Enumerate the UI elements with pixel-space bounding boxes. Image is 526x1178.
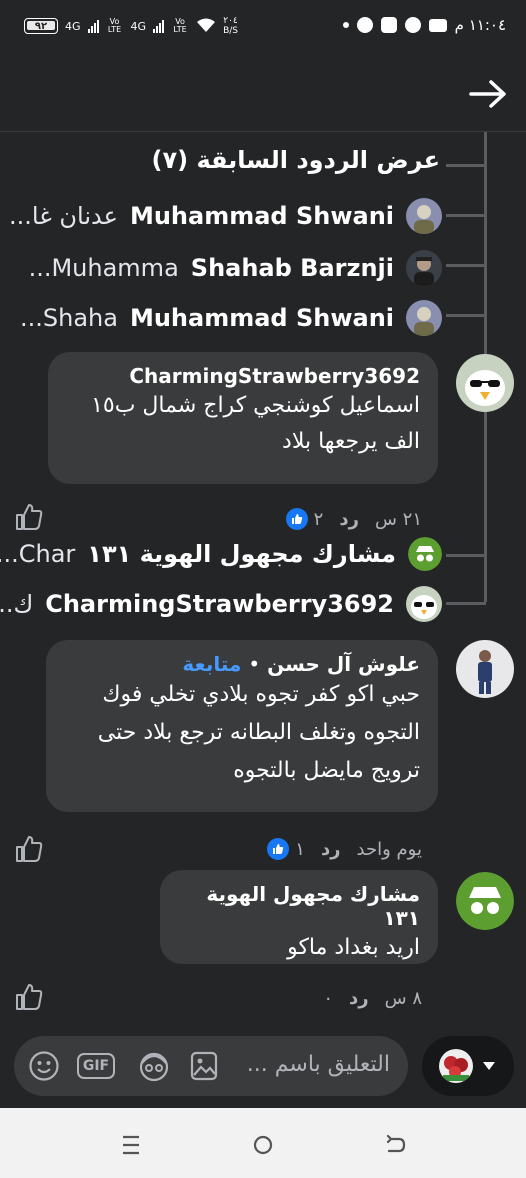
header-divider xyxy=(0,131,526,132)
reply-preview[interactable]: CharmingStrawberry3692 ك... xyxy=(0,586,442,622)
comment-time: يوم واحد xyxy=(356,838,422,860)
separator-dot: • xyxy=(248,652,261,676)
notification-dot xyxy=(342,22,349,28)
signal-icon xyxy=(87,19,99,33)
comment-bubble[interactable]: CharmingStrawberry3692 اسماعيل كوشنجي كر… xyxy=(48,352,438,484)
comment-composer[interactable]: التعليق باسم ... GIF xyxy=(14,1036,408,1096)
reaction-count: ٠ xyxy=(323,988,334,1009)
back-icon[interactable] xyxy=(380,1130,410,1160)
comment-input-placeholder[interactable]: التعليق باسم ... xyxy=(247,1052,390,1077)
view-previous-replies[interactable]: عرض الردود السابقة (٧) xyxy=(152,146,441,174)
avatar[interactable] xyxy=(456,640,514,698)
avatar xyxy=(406,198,442,234)
like-button[interactable] xyxy=(14,834,44,868)
comment-header: علوش آل حسن • متابعة xyxy=(64,652,420,676)
comment-text: اريد بغداد ماكو xyxy=(287,935,420,960)
reply-preview[interactable]: Muhammad Shwani عدنان غا... xyxy=(9,198,442,234)
volte-badge-2: Vo LTE xyxy=(173,17,187,34)
chevron-down-icon xyxy=(481,1057,497,1076)
reply-author: Muhammad Shwani xyxy=(129,202,394,230)
like-button[interactable] xyxy=(14,502,44,536)
thumbs-up-icon xyxy=(16,836,43,862)
clock: ١١:٠٤ م xyxy=(454,16,506,34)
system-nav-bar xyxy=(0,1108,526,1178)
messenger-icon xyxy=(404,17,421,33)
reply-button[interactable]: رد xyxy=(321,839,341,860)
thread-connector xyxy=(446,554,486,557)
home-icon[interactable] xyxy=(248,1130,278,1160)
reply-author: Shahab Barznji xyxy=(190,254,394,282)
thumbs-up-icon xyxy=(16,984,43,1010)
reaction-count[interactable]: ١ xyxy=(267,838,305,860)
reply-snippet: Shaha... xyxy=(19,304,118,332)
reply-author: Muhammad Shwani xyxy=(129,304,394,332)
reply-snippet: Muhamma... xyxy=(28,254,179,282)
reply-button[interactable]: رد xyxy=(349,988,369,1009)
avatar xyxy=(406,300,442,336)
arrow-right-icon xyxy=(469,80,506,108)
comment-author[interactable]: مشارك مجهول الهوية ١٣١ xyxy=(178,882,420,930)
comment-text: اسماعيل كوشنجي كراج شمال ب١٥ الف يرجعها … xyxy=(91,393,420,454)
image-icon[interactable] xyxy=(186,1048,222,1084)
comment-meta: يوم واحد رد ١ xyxy=(267,838,422,860)
like-button[interactable] xyxy=(14,982,44,1016)
recent-apps-icon[interactable] xyxy=(116,1130,146,1160)
youtube-icon xyxy=(428,18,447,32)
anonymous-avatar xyxy=(408,537,442,571)
wifi-icon xyxy=(196,17,216,36)
comment-bubble[interactable]: مشارك مجهول الهوية ١٣١ اريد بغداد ماكو xyxy=(160,870,438,964)
thread-connector xyxy=(446,264,486,267)
thumbs-up-icon xyxy=(16,504,43,530)
reply-author: CharmingStrawberry3692 xyxy=(45,590,394,618)
thread-connector xyxy=(446,164,486,167)
reply-snippet: عدنان غا... xyxy=(9,202,118,230)
reply-author: مشارك مجهول الهوية ١٣١ xyxy=(87,540,396,568)
like-badge-icon xyxy=(267,838,290,860)
comment-time: ٨ س xyxy=(384,988,422,1009)
follow-button[interactable]: متابعة xyxy=(182,652,241,676)
user-avatar xyxy=(439,1049,473,1083)
comment-bubble[interactable]: علوش آل حسن • متابعة حبي اكو كفر تجوه بل… xyxy=(46,640,438,812)
reply-snippet: ك... xyxy=(0,590,34,618)
avatar xyxy=(406,250,442,286)
back-button[interactable] xyxy=(466,72,510,116)
reply-snippet: Char... xyxy=(0,540,76,568)
facebook-icon xyxy=(356,17,373,33)
comment-time: ٢١ س xyxy=(374,508,422,530)
network-4g-2: 4G xyxy=(130,19,147,33)
status-left: ٩٢ 4G Vo LTE 4G Vo LTE ٢٠٤ B/S xyxy=(24,16,238,36)
reply-button[interactable]: رد xyxy=(339,509,359,530)
reply-preview[interactable]: Muhammad Shwani Shaha... xyxy=(20,300,442,336)
volte-badge-1: Vo LTE xyxy=(107,17,122,34)
net-speed: ٢٠٤ B/S xyxy=(223,16,238,36)
reply-preview[interactable]: Shahab Barznji Muhamma... xyxy=(29,250,442,286)
comment-text: حبي اكو كفر تجوه بلادي تخلي فوك التجوه و… xyxy=(97,682,420,783)
anonymous-avatar[interactable] xyxy=(456,872,514,930)
comment-meta: ٨ س رد ٠ xyxy=(323,988,422,1009)
reaction-count[interactable]: ٢ xyxy=(285,508,323,530)
battery-icon: ٩٢ xyxy=(24,18,58,34)
like-badge-icon xyxy=(285,508,308,530)
reply-preview[interactable]: مشارك مجهول الهوية ١٣١ Char... xyxy=(0,537,442,571)
thread-connector xyxy=(446,314,486,317)
status-right: ١١:٠٤ م xyxy=(342,16,506,34)
avatar[interactable] xyxy=(456,354,514,412)
thread-connector xyxy=(446,214,486,217)
emoji-icon[interactable] xyxy=(26,1048,62,1084)
gif-icon[interactable]: GIF xyxy=(76,1048,116,1084)
app-icon xyxy=(380,17,397,33)
comment-meta: ٢١ س رد ٢ xyxy=(285,508,422,530)
comment-author[interactable]: علوش آل حسن xyxy=(267,652,420,676)
comment-author[interactable]: CharmingStrawberry3692 xyxy=(66,364,420,388)
avatar xyxy=(406,586,442,622)
identity-switcher[interactable] xyxy=(422,1036,514,1096)
avatar-sticker-icon[interactable] xyxy=(136,1048,172,1084)
thread-connector xyxy=(446,602,486,605)
network-4g-1: 4G xyxy=(65,19,81,33)
signal-icon-2 xyxy=(153,19,165,33)
status-bar: ٩٢ 4G Vo LTE 4G Vo LTE ٢٠٤ B/S ١١:٠٤ م xyxy=(0,0,526,60)
